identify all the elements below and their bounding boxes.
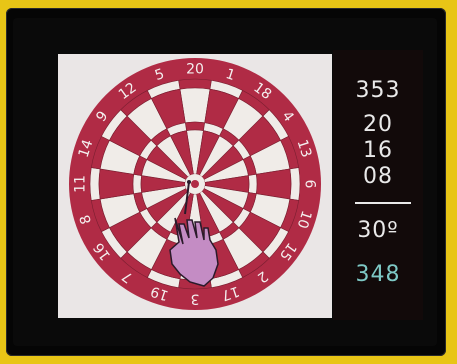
triple-ring-segment	[132, 173, 143, 195]
throw-3-score: 08	[363, 164, 393, 189]
double-ring-segment	[289, 167, 301, 201]
board-number-3: 3	[191, 291, 200, 307]
board-number-6: 6	[302, 180, 318, 189]
board-number-11: 11	[73, 175, 89, 193]
round-score: 30º	[357, 218, 399, 243]
throw-2-score: 16	[363, 138, 393, 163]
total-score: 353	[355, 78, 401, 103]
throw-1-score: 20	[363, 112, 393, 137]
triple-ring-segment	[247, 173, 258, 195]
remaining-score: 348	[355, 262, 401, 287]
double-ring-segment	[178, 78, 212, 90]
dartboard-panel: 20 1 18 4 13 6 10 15 2 17 3 19 7 16 8 11 14 9 12 5	[58, 54, 332, 318]
score-panel: 353 20 16 08 30º 348	[333, 50, 423, 320]
score-divider	[355, 202, 411, 204]
triple-ring-segment	[184, 121, 206, 132]
double-ring-segment	[89, 167, 101, 201]
board-number-20: 20	[186, 62, 204, 78]
dartboard[interactable]: 20 11841361015217319716811149125	[58, 54, 332, 318]
bullseye	[191, 180, 199, 188]
